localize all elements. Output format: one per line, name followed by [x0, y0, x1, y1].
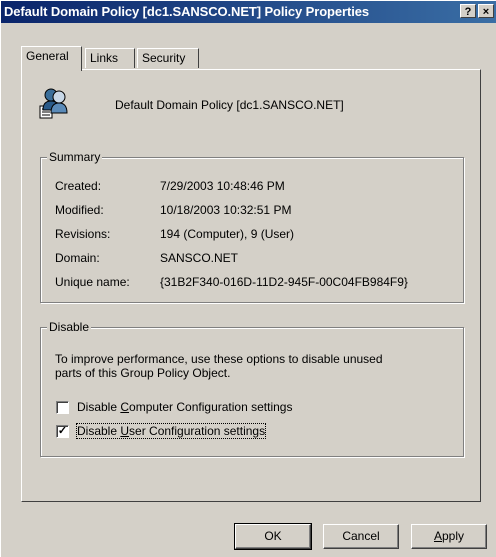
disable-computer-config-checkbox[interactable] [56, 401, 69, 414]
cancel-button[interactable]: Cancel [323, 524, 399, 549]
disable-computer-config-label: Disable Computer Configuration settings [77, 400, 292, 414]
revisions-label: Revisions: [55, 227, 111, 241]
tab-links-label: Links [90, 51, 119, 65]
ok-button[interactable]: OK [234, 523, 312, 550]
tab-panel-general: Default Domain Policy [dc1.SANSCO.NET] S… [21, 69, 481, 502]
group-policy-users-icon [39, 88, 68, 119]
disable-description-line1: To improve performance, use these option… [55, 352, 383, 366]
disable-user-config-label: Disable User Configuration settings [75, 423, 267, 439]
apply-button[interactable]: Apply [411, 524, 487, 549]
close-button[interactable]: × [478, 4, 494, 18]
tab-security[interactable]: Security [137, 48, 199, 68]
disable-user-config-checkbox[interactable]: ✓ [56, 425, 69, 438]
domain-label: Domain: [55, 251, 100, 265]
apply-label-rest: pply [442, 529, 465, 543]
tab-security-label: Security [142, 51, 186, 65]
apply-accelerator: A [433, 529, 442, 543]
tab-general-label: General [26, 49, 69, 63]
created-value: 7/29/2003 10:48:46 PM [160, 179, 285, 193]
disable-description-line2: parts of this Group Policy Object. [55, 366, 231, 380]
label-part: ser Configuration settings [129, 424, 266, 438]
window-title: Default Domain Policy [dc1.SANSCO.NET] P… [4, 4, 369, 19]
unique-name-value: {31B2F340-016D-11D2-945F-00C04FB984F9} [160, 275, 408, 289]
unique-name-label: Unique name: [55, 275, 130, 289]
tab-links[interactable]: Links [85, 48, 135, 68]
help-button[interactable]: ? [460, 4, 476, 18]
policy-name: Default Domain Policy [dc1.SANSCO.NET] [115, 98, 344, 112]
label-accelerator: C [120, 400, 130, 414]
label-part: Disable [77, 400, 121, 414]
policy-properties-dialog: Default Domain Policy [dc1.SANSCO.NET] P… [0, 0, 496, 557]
summary-group-title: Summary [47, 150, 103, 164]
modified-label: Modified: [55, 203, 104, 217]
domain-value: SANSCO.NET [160, 251, 239, 265]
modified-value: 10/18/2003 10:32:51 PM [160, 203, 292, 217]
label-part: omputer Configuration settings [129, 400, 293, 414]
title-bar[interactable]: Default Domain Policy [dc1.SANSCO.NET] P… [1, 1, 496, 23]
summary-group: Summary Created: 7/29/2003 10:48:46 PM M… [40, 150, 464, 303]
disable-group: Disable To improve performance, use thes… [40, 320, 464, 457]
disable-group-title: Disable [47, 320, 92, 334]
label-accelerator: U [120, 424, 130, 438]
revisions-value: 194 (Computer), 9 (User) [160, 227, 295, 241]
created-label: Created: [55, 179, 102, 193]
tab-general[interactable]: General [21, 46, 82, 71]
label-part: Disable [77, 424, 121, 438]
